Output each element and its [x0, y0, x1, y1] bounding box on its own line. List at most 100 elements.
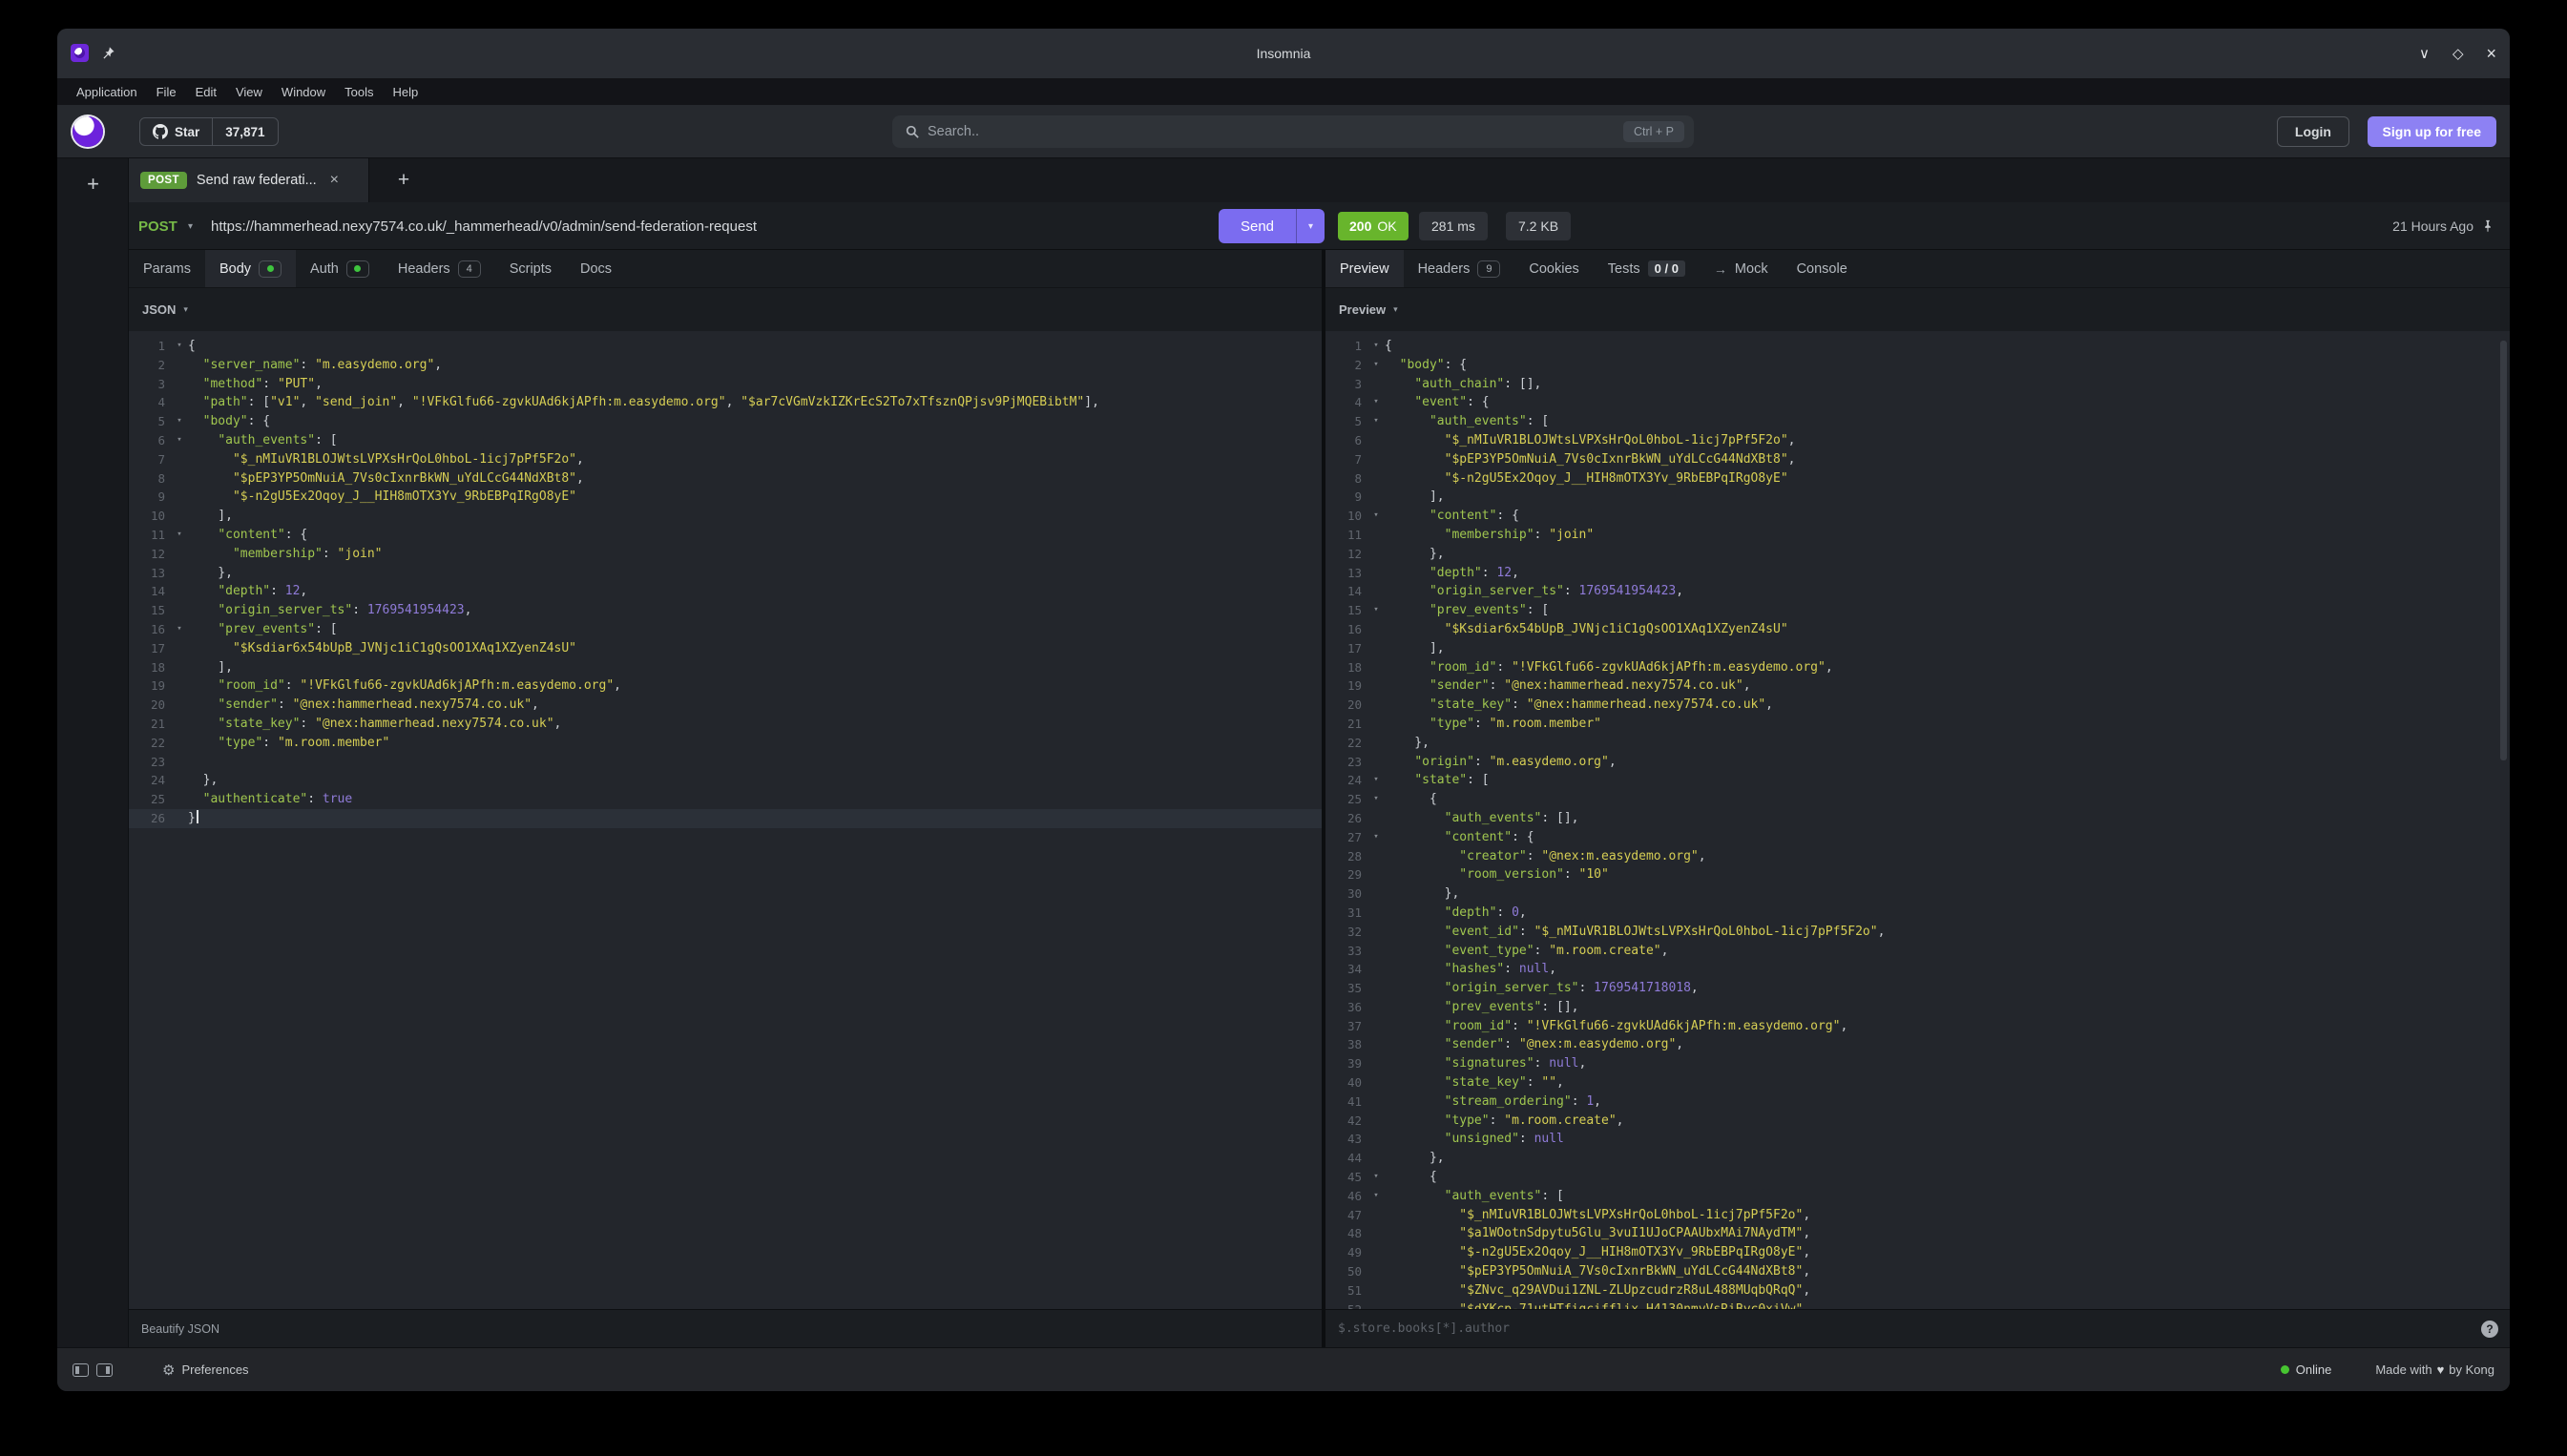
search-input[interactable] — [928, 124, 1623, 139]
code-line[interactable]: 22 "type": "m.room.member" — [129, 734, 1322, 753]
tab-scripts[interactable]: Scripts — [495, 250, 566, 287]
code-line[interactable]: 39 "signatures": null, — [1325, 1054, 2510, 1073]
tab-mock[interactable]: → Mock — [1700, 250, 1783, 287]
github-star-widget[interactable]: Star 37,871 — [139, 117, 279, 146]
code-line[interactable]: 27▾ "content": { — [1325, 828, 2510, 847]
fold-arrow-icon[interactable]: ▾ — [1367, 828, 1385, 847]
code-line[interactable]: 33 "event_type": "m.room.create", — [1325, 942, 2510, 961]
code-line[interactable]: 5▾ "auth_events": [ — [1325, 412, 2510, 431]
code-line[interactable]: 50 "$pEP3YP5OmNuiA_7Vs0cIxnrBkWN_uYdLCcG… — [1325, 1262, 2510, 1281]
minimize-icon[interactable]: ∨ — [2419, 47, 2430, 61]
fold-arrow-icon[interactable]: ▾ — [171, 620, 188, 639]
fold-arrow-icon[interactable]: ▾ — [171, 337, 188, 356]
code-line[interactable]: 35 "origin_server_ts": 1769541718018, — [1325, 979, 2510, 998]
tab-close-icon[interactable]: × — [330, 173, 339, 188]
menu-file[interactable]: File — [147, 78, 186, 105]
request-body-editor[interactable]: 1▾{2 "server_name": "m.easydemo.org",3 "… — [129, 331, 1322, 1309]
code-line[interactable]: 9 "$-n2gU5Ex2Oqoy_J__HIH8mOTX3Yv_9RbEBPq… — [129, 488, 1322, 507]
scrollbar-thumb[interactable] — [2500, 341, 2507, 760]
github-star-button[interactable]: Star — [140, 118, 212, 145]
signup-button[interactable]: Sign up for free — [2368, 116, 2496, 147]
response-preview-editor[interactable]: 1▾{2▾ "body": {3 "auth_chain": [],4▾ "ev… — [1325, 331, 2510, 1309]
tab-auth[interactable]: Auth — [296, 250, 384, 287]
fold-arrow-icon[interactable]: ▾ — [1367, 412, 1385, 431]
fold-arrow-icon[interactable]: ▾ — [1367, 1168, 1385, 1187]
code-line[interactable]: 10 ], — [129, 507, 1322, 526]
code-line[interactable]: 10▾ "content": { — [1325, 507, 2510, 526]
code-line[interactable]: 11 "membership": "join" — [1325, 526, 2510, 545]
star-count[interactable]: 37,871 — [212, 118, 277, 145]
fold-arrow-icon[interactable]: ▾ — [1367, 790, 1385, 809]
tab-params[interactable]: Params — [129, 250, 205, 287]
code-line[interactable]: 21 "state_key": "@nex:hammerhead.nexy757… — [129, 715, 1322, 734]
menu-application[interactable]: Application — [67, 78, 147, 105]
fold-arrow-icon[interactable]: ▾ — [171, 431, 188, 450]
history-pin-icon[interactable] — [2481, 219, 2494, 233]
code-line[interactable]: 30 }, — [1325, 884, 2510, 904]
code-line[interactable]: 19 "room_id": "!VFkGlfu66-zgvkUAd6kjAPfh… — [129, 676, 1322, 696]
code-line[interactable]: 16▾ "prev_events": [ — [129, 620, 1322, 639]
code-line[interactable]: 25 "authenticate": true — [129, 790, 1322, 809]
code-line[interactable]: 49 "$-n2gU5Ex2Oqoy_J__HIH8mOTX3Yv_9RbEBP… — [1325, 1243, 2510, 1262]
code-line[interactable]: 8 "$-n2gU5Ex2Oqoy_J__HIH8mOTX3Yv_9RbEBPq… — [1325, 469, 2510, 489]
fold-arrow-icon[interactable]: ▾ — [1367, 507, 1385, 526]
tab-preview[interactable]: Preview — [1325, 250, 1404, 287]
code-line[interactable]: 11▾ "content": { — [129, 526, 1322, 545]
method-caret-icon[interactable]: ▾ — [188, 202, 193, 250]
code-line[interactable]: 12 }, — [1325, 545, 2510, 564]
code-line[interactable]: 13 }, — [129, 564, 1322, 583]
code-line[interactable]: 2▾ "body": { — [1325, 356, 2510, 375]
code-line[interactable]: 8 "$pEP3YP5OmNuiA_7Vs0cIxnrBkWN_uYdLCcG4… — [129, 469, 1322, 489]
code-line[interactable]: 7 "$_nMIuVR1BLOJWtsLVPXsHrQoL0hboL-1icj7… — [129, 450, 1322, 469]
code-line[interactable]: 24▾ "state": [ — [1325, 771, 2510, 790]
fold-arrow-icon[interactable]: ▾ — [1367, 337, 1385, 356]
code-line[interactable]: 14 "origin_server_ts": 1769541954423, — [1325, 582, 2510, 601]
fold-arrow-icon[interactable]: ▾ — [1367, 393, 1385, 412]
code-line[interactable]: 23 — [129, 753, 1322, 772]
code-line[interactable]: 12 "membership": "join" — [129, 545, 1322, 564]
login-button[interactable]: Login — [2277, 116, 2349, 147]
close-icon[interactable]: × — [2486, 45, 2496, 62]
code-line[interactable]: 20 "sender": "@nex:hammerhead.nexy7574.c… — [129, 696, 1322, 715]
sidebar-add-button[interactable]: + — [57, 170, 129, 198]
code-line[interactable]: 18 ], — [129, 658, 1322, 677]
body-type-dropdown[interactable]: JSON ▾ — [129, 302, 201, 317]
code-line[interactable]: 34 "hashes": null, — [1325, 960, 2510, 979]
method-selector[interactable]: POST — [138, 202, 177, 250]
code-line[interactable]: 38 "sender": "@nex:m.easydemo.org", — [1325, 1035, 2510, 1054]
code-line[interactable]: 52 "$dXKcp-71utHTfigcifflix_H4130nmyVsRi… — [1325, 1300, 2510, 1309]
code-line[interactable]: 48 "$a1WOotnSdpytu5Glu_3vuI1UJoCPAAUbxMA… — [1325, 1224, 2510, 1243]
fold-arrow-icon[interactable]: ▾ — [1367, 1187, 1385, 1206]
send-label[interactable]: Send — [1219, 209, 1296, 243]
preview-mode-dropdown[interactable]: Preview ▾ — [1325, 302, 1411, 317]
code-line[interactable]: 6 "$_nMIuVR1BLOJWtsLVPXsHrQoL0hboL-1icj7… — [1325, 431, 2510, 450]
code-line[interactable]: 51 "$ZNvc_q29AVDui1ZNL-ZLUpzcudrzR8uL488… — [1325, 1281, 2510, 1300]
menu-view[interactable]: View — [226, 78, 272, 105]
code-line[interactable]: 25▾ { — [1325, 790, 2510, 809]
tab-console[interactable]: Console — [1783, 250, 1862, 287]
code-line[interactable]: 29 "room_version": "10" — [1325, 865, 2510, 884]
fold-arrow-icon[interactable]: ▾ — [171, 526, 188, 545]
code-line[interactable]: 37 "room_id": "!VFkGlfu66-zgvkUAd6kjAPfh… — [1325, 1017, 2510, 1036]
code-line[interactable]: 23 "origin": "m.easydemo.org", — [1325, 753, 2510, 772]
new-tab-button[interactable]: + — [385, 158, 423, 202]
code-line[interactable]: 26} — [129, 809, 1322, 828]
code-line[interactable]: 14 "depth": 12, — [129, 582, 1322, 601]
tab-docs[interactable]: Docs — [566, 250, 626, 287]
code-line[interactable]: 5▾ "body": { — [129, 412, 1322, 431]
tab-cookies[interactable]: Cookies — [1514, 250, 1593, 287]
code-line[interactable]: 4 "path": ["v1", "send_join", "!VFkGlfu6… — [129, 393, 1322, 412]
menu-edit[interactable]: Edit — [186, 78, 226, 105]
code-line[interactable]: 3 "method": "PUT", — [129, 375, 1322, 394]
search-bar[interactable]: Ctrl + P — [892, 115, 1694, 148]
code-line[interactable]: 43 "unsigned": null — [1325, 1130, 2510, 1149]
gear-icon[interactable]: ⚙ — [162, 1362, 175, 1379]
menu-window[interactable]: Window — [272, 78, 335, 105]
code-line[interactable]: 16 "$Ksdiar6x54bUpB_JVNjc1iC1gQsOO1XAq1X… — [1325, 620, 2510, 639]
code-line[interactable]: 15 "origin_server_ts": 1769541954423, — [129, 601, 1322, 620]
fold-arrow-icon[interactable]: ▾ — [171, 412, 188, 431]
code-line[interactable]: 28 "creator": "@nex:m.easydemo.org", — [1325, 847, 2510, 866]
code-line[interactable]: 2 "server_name": "m.easydemo.org", — [129, 356, 1322, 375]
code-line[interactable]: 46▾ "auth_events": [ — [1325, 1187, 2510, 1206]
code-line[interactable]: 44 }, — [1325, 1149, 2510, 1168]
